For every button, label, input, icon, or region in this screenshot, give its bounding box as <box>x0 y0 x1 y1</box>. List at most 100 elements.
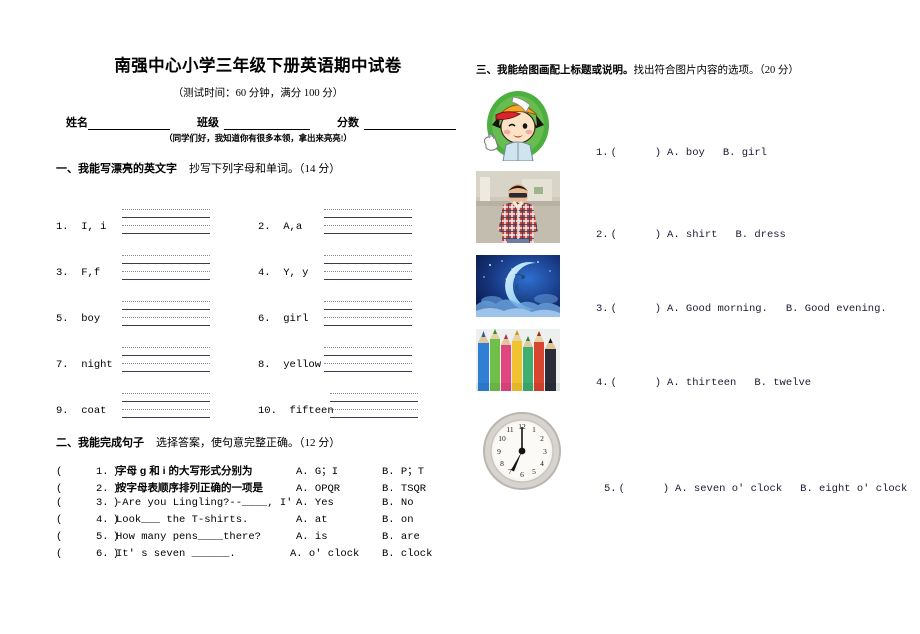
item-label: 7. night <box>56 359 113 371</box>
section-two-title: 我能完成句子 <box>78 437 144 449</box>
answer-bracket[interactable]: ( ) <box>56 514 119 526</box>
option-a[interactable]: A. at <box>296 514 382 526</box>
four-line-rule[interactable] <box>324 255 412 280</box>
name-blank[interactable] <box>88 119 170 130</box>
option-a[interactable]: A. G；I <box>296 463 382 478</box>
picture-3-options[interactable]: 3.( ) A. Good morning. B. Good evening. <box>560 303 887 317</box>
item-label: 3. F,f <box>56 267 101 279</box>
section-two-note: 选择答案，使句意完整正确。（12 分） <box>156 437 341 449</box>
option-b[interactable]: B. twelve <box>754 377 811 389</box>
handwriting-item[interactable]: 5. boy <box>56 301 258 326</box>
option-a[interactable]: A. Good morning. <box>667 303 768 315</box>
four-line-rule[interactable] <box>122 255 210 280</box>
four-line-rule[interactable] <box>122 301 210 326</box>
four-line-rule[interactable] <box>122 393 210 418</box>
picture-question-3[interactable]: 3.( ) A. Good morning. B. Good evening. <box>476 255 887 317</box>
picture-question-1[interactable]: 1.( ) A. boy B. girl <box>476 85 884 161</box>
section-one-number: 一、 <box>56 163 78 175</box>
answer-bracket[interactable]: ( ) <box>611 377 661 389</box>
handwriting-item[interactable]: 4. Y, y <box>258 255 460 280</box>
item-label: 10. fifteen <box>258 405 334 417</box>
left-column: 南强中心小学三年级下册英语期中试卷 （测试时间：60 分钟，满分 100 分） … <box>56 52 460 565</box>
mc-question-row[interactable]: ( ) 2. 按字母表顺序排列正确的一项是 A. OPQR B. TSQR <box>56 480 460 497</box>
option-a[interactable]: A. seven o' clock <box>675 483 782 495</box>
handwriting-item[interactable]: 2. A,a <box>258 209 460 234</box>
answer-bracket[interactable]: ( ) <box>611 147 661 159</box>
four-line-rule[interactable] <box>324 301 412 326</box>
section-three-note: 找出符合图片内容的选项。（20 分） <box>633 65 799 76</box>
cartoon-boy-thumbs-up-icon <box>476 85 560 161</box>
name-label: 姓名 <box>66 117 88 129</box>
four-line-rule[interactable] <box>324 209 412 234</box>
answer-bracket[interactable]: ( ) <box>56 548 119 560</box>
handwriting-item[interactable]: 3. F,f <box>56 255 258 280</box>
section-three-number: 三、 <box>476 65 497 76</box>
option-b[interactable]: B. are <box>382 531 460 543</box>
answer-bracket[interactable]: ( ) <box>611 303 661 315</box>
option-a[interactable]: A. is <box>296 531 382 543</box>
class-field[interactable]: 班级 <box>197 114 310 130</box>
handwriting-item[interactable]: 10. fifteen <box>258 393 460 418</box>
handwriting-item[interactable]: 1. I, i <box>56 209 258 234</box>
option-b[interactable]: B. girl <box>723 147 767 159</box>
answer-bracket[interactable]: ( ) <box>611 229 661 241</box>
answer-bracket[interactable]: ( ) <box>56 497 119 509</box>
question-stem: 按字母表顺序排列正确的一项是 <box>116 482 263 494</box>
option-b[interactable]: B. dress <box>735 229 785 241</box>
analog-clock-icon: 12 1 2 3 4 5 6 7 8 9 10 11 <box>476 401 568 497</box>
option-a[interactable]: A. thirteen <box>667 377 736 389</box>
section-one-note: 抄写下列字母和单词。（14 分） <box>189 163 341 175</box>
class-blank[interactable] <box>224 119 310 130</box>
option-b[interactable]: B. on <box>382 514 460 526</box>
question-stem: 字母 g 和 i 的大写形式分别为 <box>116 465 253 477</box>
score-blank[interactable] <box>364 119 456 130</box>
handwriting-item[interactable]: 8. yellow <box>258 347 460 372</box>
exam-paper-page: 南强中心小学三年级下册英语期中试卷 （测试时间：60 分钟，满分 100 分） … <box>0 0 920 634</box>
item-label: 2. A,a <box>258 221 303 233</box>
four-line-rule[interactable] <box>122 209 210 234</box>
option-a[interactable]: A. o' clock <box>290 548 382 560</box>
option-a[interactable]: A. shirt <box>667 229 717 241</box>
item-label: 9. coat <box>56 405 107 417</box>
four-line-rule[interactable] <box>330 393 418 418</box>
mc-question-row[interactable]: ( ) 5. How many pens____there? A. is B. … <box>56 531 460 548</box>
picture-2-options[interactable]: 2.( ) A. shirt B. dress <box>560 229 786 243</box>
mc-question-row[interactable]: ( ) 1. 字母 g 和 i 的大写形式分别为 A. G；I B. P；T <box>56 463 460 480</box>
item-label: 6. girl <box>258 313 309 325</box>
answer-bracket[interactable]: ( ) <box>56 466 119 478</box>
handwriting-item[interactable]: 7. night <box>56 347 258 372</box>
handwriting-item[interactable]: 6. girl <box>258 301 460 326</box>
answer-bracket[interactable]: ( ) <box>619 483 669 495</box>
handwriting-item[interactable]: 9. coat <box>56 393 258 418</box>
option-b[interactable]: B. No <box>382 497 460 509</box>
four-line-rule[interactable] <box>122 347 210 372</box>
picture-question-2[interactable]: 2.( ) A. shirt B. dress <box>476 171 884 243</box>
name-field[interactable]: 姓名 <box>66 114 170 130</box>
picture-question-4[interactable]: 4.( ) A. thirteen B. twelve <box>476 329 884 391</box>
svg-text:9: 9 <box>497 447 501 456</box>
colored-pencils-icon <box>476 329 560 391</box>
picture-4-options[interactable]: 4.( ) A. thirteen B. twelve <box>560 377 811 391</box>
mc-question-row[interactable]: ( ) 4. Look___ the T-shirts. A. at B. on <box>56 514 460 531</box>
option-b[interactable]: B. clock <box>382 548 460 560</box>
svg-text:2: 2 <box>540 434 544 443</box>
picture-5-options[interactable]: 5.( ) A. seven o' clock B. eight o' clock <box>568 483 907 497</box>
option-a[interactable]: A. OPQR <box>296 483 382 495</box>
picture-1-options[interactable]: 1.( ) A. boy B. girl <box>560 147 767 161</box>
option-a[interactable]: A. Yes <box>296 497 382 509</box>
handwriting-row: 5. boy 6. girl <box>56 280 460 326</box>
option-b[interactable]: B. P；T <box>382 463 460 478</box>
mc-question-row[interactable]: ( ) 3. -Are you Lingling?--____, I' m no… <box>56 497 460 514</box>
picture-question-5[interactable]: 12 1 2 3 4 5 6 7 8 9 10 11 5. () A. sev… <box>476 401 907 497</box>
option-a[interactable]: A. boy <box>667 147 705 159</box>
section-three-title: 我能给图画配上标题或说明。 <box>497 65 634 76</box>
four-line-rule[interactable] <box>324 347 412 372</box>
score-field[interactable]: 分数 <box>337 114 456 130</box>
answer-bracket[interactable]: ( ) <box>56 531 119 543</box>
item-label: 1. I, i <box>56 221 107 233</box>
option-b[interactable]: B. TSQR <box>382 483 460 495</box>
answer-bracket[interactable]: ( ) <box>56 483 119 495</box>
option-b[interactable]: B. Good evening. <box>786 303 887 315</box>
mc-question-row[interactable]: ( ) 6. It' s seven ______. A. o' clock B… <box>56 548 460 565</box>
option-b[interactable]: B. eight o' clock <box>800 483 907 495</box>
